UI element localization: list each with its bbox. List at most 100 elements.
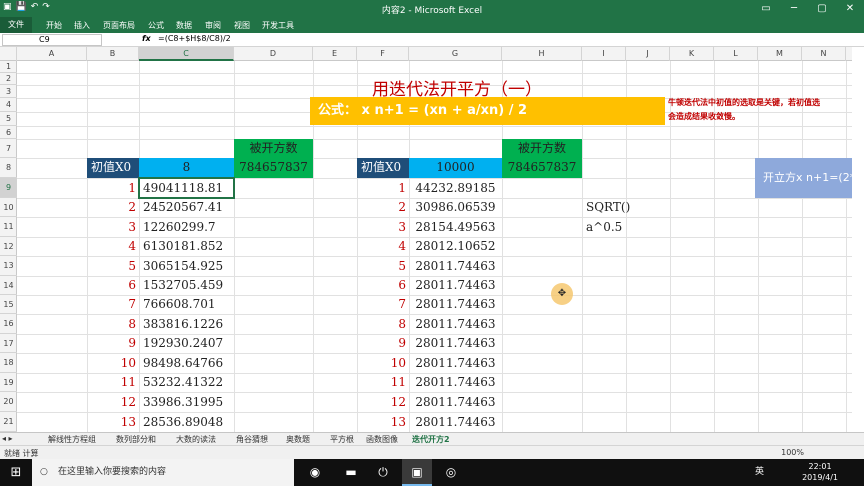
row-header[interactable]: 8	[0, 158, 17, 178]
column-header[interactable]: F	[357, 47, 409, 61]
maximize-button[interactable]: ▢	[808, 0, 836, 17]
column-header[interactable]: M	[758, 47, 802, 61]
column-header[interactable]: B	[87, 47, 139, 61]
iteration-value[interactable]: 28011.74463	[409, 412, 502, 432]
row-header[interactable]: 14	[0, 276, 17, 295]
iteration-index[interactable]: 8	[357, 314, 409, 334]
iteration-value[interactable]: 383816.1226	[139, 314, 234, 334]
column-header[interactable]: H	[502, 47, 582, 61]
row-header[interactable]: 4	[0, 98, 17, 112]
fx-icon[interactable]: fx	[142, 34, 151, 43]
row-header[interactable]: 15	[0, 295, 17, 314]
row-header[interactable]: 1	[0, 61, 17, 73]
row-header[interactable]: 6	[0, 126, 17, 139]
iteration-index[interactable]: 11	[87, 373, 139, 392]
iteration-index[interactable]: 9	[357, 334, 409, 353]
iteration-value[interactable]: 28011.74463	[409, 256, 502, 276]
row-header[interactable]: 10	[0, 198, 17, 217]
initial-value-right[interactable]: 10000	[409, 158, 502, 178]
row-header[interactable]: 17	[0, 334, 17, 353]
radicand-value-right[interactable]: 784657837	[502, 158, 582, 178]
ribbon-display-icon[interactable]: ▭	[752, 0, 780, 17]
sheet-tab[interactable]: 数列部分和	[116, 434, 156, 445]
row-header[interactable]: 7	[0, 139, 17, 158]
iteration-index[interactable]: 10	[87, 353, 139, 373]
tab-view[interactable]: 视图	[234, 20, 250, 31]
iteration-index[interactable]: 2	[357, 198, 409, 217]
tab-file[interactable]: 文件	[0, 17, 32, 33]
iteration-value[interactable]: 28154.49563	[409, 217, 502, 237]
row-header[interactable]: 20	[0, 392, 17, 412]
iteration-value[interactable]: 192930.2407	[139, 334, 234, 353]
column-header[interactable]: C	[139, 47, 234, 61]
taskbar-search[interactable]: ○ 在这里输入你要搜索的内容	[32, 459, 294, 486]
sheet-tab[interactable]: 解线性方程组	[48, 434, 96, 445]
name-box[interactable]: C9	[2, 34, 102, 46]
iteration-index[interactable]: 8	[87, 314, 139, 334]
iteration-value[interactable]: 28011.74463	[409, 314, 502, 334]
row-header[interactable]: 21	[0, 412, 17, 432]
tab-home[interactable]: 开始	[46, 20, 62, 31]
iteration-value[interactable]: 3065154.925	[139, 256, 234, 276]
iteration-value[interactable]: 44232.89185	[409, 178, 502, 198]
column-header[interactable]: D	[234, 47, 313, 61]
iteration-index[interactable]: 7	[357, 295, 409, 314]
select-all-corner[interactable]	[0, 47, 17, 61]
iteration-value[interactable]: 98498.64766	[139, 353, 234, 373]
power-expression-cell[interactable]: a^0.5	[582, 217, 672, 237]
power-app-icon[interactable]: ⏻	[368, 459, 398, 486]
iteration-index[interactable]: 13	[87, 412, 139, 432]
windows-start-icon[interactable]: ⊞	[0, 459, 32, 486]
iteration-index[interactable]: 7	[87, 295, 139, 314]
iteration-value[interactable]: 28011.74463	[409, 392, 502, 412]
iteration-value[interactable]: 28011.74463	[409, 295, 502, 314]
row-header[interactable]: 3	[0, 85, 17, 98]
sheet-tab[interactable]: 大数的读法	[176, 434, 216, 445]
row-header[interactable]: 12	[0, 237, 17, 256]
iteration-value[interactable]: 6130181.852	[139, 237, 234, 256]
row-header[interactable]: 11	[0, 217, 17, 237]
iteration-value[interactable]: 24520567.41	[139, 198, 234, 217]
formula-input[interactable]: =(C8+$H$8/C8)/2	[158, 34, 231, 43]
iteration-value[interactable]: 28536.89048	[139, 412, 234, 432]
iteration-value[interactable]: 53232.41322	[139, 373, 234, 392]
column-header[interactable]: K	[670, 47, 714, 61]
iteration-index[interactable]: 1	[87, 178, 139, 198]
tab-developer[interactable]: 开发工具	[262, 20, 294, 31]
iteration-value[interactable]: 28011.74463	[409, 334, 502, 353]
tab-page-layout[interactable]: 页面布局	[103, 20, 135, 31]
column-header[interactable]: L	[714, 47, 758, 61]
iteration-value[interactable]: 28012.10652	[409, 237, 502, 256]
iteration-index[interactable]: 13	[357, 412, 409, 432]
row-header[interactable]: 13	[0, 256, 17, 276]
sheet-tab[interactable]: 角谷猜想	[236, 434, 268, 445]
excel-app-icon[interactable]: ▣	[402, 459, 432, 486]
tab-review[interactable]: 审阅	[205, 20, 221, 31]
iteration-value[interactable]: 28011.74463	[409, 353, 502, 373]
column-header[interactable]: J	[626, 47, 670, 61]
files-app-icon[interactable]: ▬	[336, 459, 366, 486]
column-header[interactable]: G	[409, 47, 502, 61]
iteration-value[interactable]: 28011.74463	[409, 373, 502, 392]
iteration-index[interactable]: 1	[357, 178, 409, 198]
clock[interactable]: 22:01 2019/4/1	[802, 461, 838, 483]
iteration-index[interactable]: 12	[87, 392, 139, 412]
sheet-tab[interactable]: 函数图像	[366, 434, 398, 445]
cell-grid[interactable]: 用迭代法开平方（一） 公式： x n+1 = (xn + a/xn) / 2 牛…	[17, 61, 852, 432]
row-header[interactable]: 18	[0, 353, 17, 373]
iteration-value[interactable]: 12260299.7	[139, 217, 234, 237]
iteration-index[interactable]: 5	[87, 256, 139, 276]
iteration-index[interactable]: 4	[87, 237, 139, 256]
iteration-index[interactable]: 6	[357, 276, 409, 295]
row-header[interactable]: 9	[0, 178, 17, 198]
column-header[interactable]: N	[802, 47, 846, 61]
iteration-value[interactable]: 30986.06539	[409, 198, 502, 217]
row-header[interactable]: 19	[0, 373, 17, 392]
sheet-tab[interactable]: 平方根	[330, 434, 354, 445]
ime-indicator[interactable]: 英	[755, 467, 764, 477]
column-header[interactable]: I	[582, 47, 626, 61]
tab-data[interactable]: 数据	[176, 20, 192, 31]
iteration-index[interactable]: 6	[87, 276, 139, 295]
initial-value-left[interactable]: 8	[139, 158, 234, 178]
zoom-level[interactable]: 100%	[781, 448, 804, 457]
